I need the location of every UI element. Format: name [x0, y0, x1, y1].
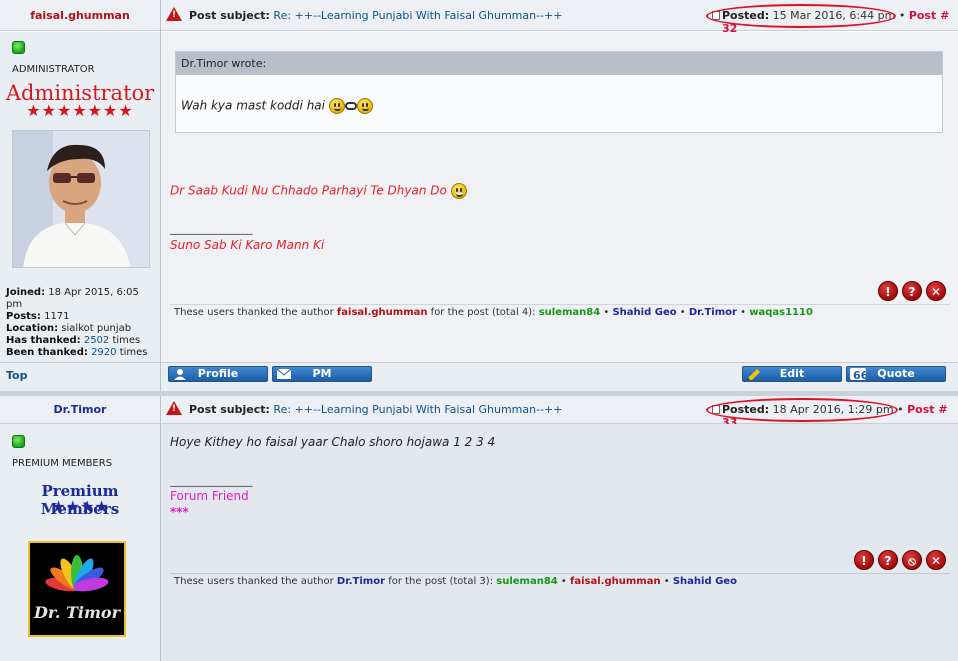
post2-subject-link[interactable]: Re: ++--Learning Punjabi With Faisal Ghu… [273, 403, 562, 416]
post1-rank-stars: ★★★★★★★ [26, 101, 134, 120]
avatar-text: Dr. Timor [34, 603, 120, 622]
highlight-ellipse [706, 4, 896, 28]
smiley-icon [328, 98, 345, 114]
post2-thanks: These users thanked the author Dr.Timor … [174, 576, 737, 587]
report-icon[interactable]: ! [854, 550, 874, 570]
online-status-icon [12, 435, 25, 448]
post1-subject-link[interactable]: Re: ++--Learning Punjabi With Faisal Ghu… [273, 9, 562, 22]
post2-rank-stars: ★★★★ [51, 497, 109, 516]
post1-stats: Joined: 18 Apr 2015, 6:05 pm Posts: 1171… [6, 287, 148, 358]
post2-avatar[interactable]: Dr. Timor [28, 541, 126, 637]
been-thanked-link[interactable]: 2920 [91, 347, 116, 358]
smiley-icon [356, 98, 373, 114]
pencil-icon [747, 369, 760, 380]
top-link[interactable]: Top [6, 369, 27, 382]
svg-text:66: 66 [853, 369, 866, 380]
delete-icon[interactable]: ✕ [926, 281, 946, 301]
thanks-user[interactable]: suleman84 [539, 307, 600, 318]
thanks-user[interactable]: Shahid Geo [612, 307, 676, 318]
thanks-author[interactable]: Dr.Timor [337, 576, 385, 587]
thanks-author[interactable]: faisal.ghumman [337, 307, 428, 318]
report-icon[interactable]: ! [878, 281, 898, 301]
thanks-user[interactable]: suleman84 [496, 576, 557, 587]
edit-button[interactable]: Edit [742, 366, 842, 382]
user-photo-icon [13, 131, 149, 267]
thanks-user[interactable]: Dr.Timor [689, 307, 737, 318]
quote-text: Wah kya mast koddi hai [181, 98, 373, 114]
laughing-icon [450, 183, 467, 199]
post2-signature-stars: *** [170, 505, 189, 519]
glasses-icon [344, 102, 357, 110]
post2-rank: PREMIUM MEMBERS [12, 458, 113, 469]
warning-icon[interactable]: ! [166, 7, 182, 21]
post1-username[interactable]: faisal.ghumman [0, 9, 160, 22]
post1-thanks: These users thanked the author faisal.gh… [174, 307, 813, 318]
delete-icon[interactable]: ✕ [926, 550, 946, 570]
highlight-ellipse [706, 398, 898, 422]
post1-avatar[interactable] [12, 130, 150, 268]
signature-rule: _______________ [170, 222, 253, 235]
post2-subject: Post subject: Re: ++--Learning Punjabi W… [189, 403, 563, 416]
quote-icon: 66 [850, 368, 866, 380]
quote-button[interactable]: 66 Quote [846, 366, 946, 382]
thanks-user[interactable]: Shahid Geo [673, 576, 737, 587]
thanks-user[interactable]: faisal.ghumman [570, 576, 661, 587]
post2-body: Hoye Kithey ho faisal yaar Chalo shoro h… [170, 435, 496, 449]
info-icon[interactable]: ? [902, 281, 922, 301]
info-icon[interactable]: ? [878, 550, 898, 570]
post2-signature: Forum Friend [170, 489, 249, 503]
post2-username[interactable]: Dr.Timor [0, 403, 160, 416]
user-icon [174, 369, 186, 380]
warn-icon[interactable]: ⦸ [902, 550, 922, 570]
post1-signature: Suno Sab Ki Karo Mann Ki [170, 238, 325, 252]
quote-box: Dr.Timor wrote: Wah kya mast koddi hai [175, 51, 943, 133]
profile-button[interactable]: Profile [168, 366, 268, 382]
post2-content [161, 424, 958, 661]
online-status-icon [12, 41, 25, 54]
has-thanked-link[interactable]: 2502 [84, 335, 109, 346]
thanks-user[interactable]: waqas1110 [749, 307, 813, 318]
post1-rank: ADMINISTRATOR [12, 64, 95, 75]
post1-subject: Post subject: Re: ++--Learning Punjabi W… [189, 9, 563, 22]
pm-button[interactable]: PM [272, 366, 372, 382]
warning-icon[interactable]: ! [166, 401, 182, 415]
envelope-icon [276, 368, 292, 379]
signature-rule: _______________ [170, 474, 253, 487]
post1-body: Dr Saab Kudi Nu Chhado Parhayi Te Dhyan … [170, 183, 467, 199]
quote-author: Dr.Timor wrote: [176, 52, 942, 75]
